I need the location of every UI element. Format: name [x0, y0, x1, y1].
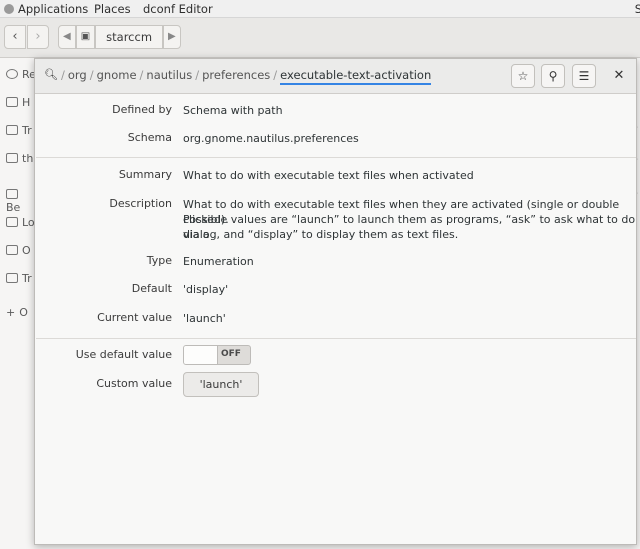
bg-header: ‹ › ◀ ▣ starccm ▶ — [0, 18, 640, 58]
path-segment-label[interactable]: starccm — [95, 25, 164, 49]
defined-by-label: Defined by — [112, 103, 172, 116]
star-icon: ☆ — [517, 69, 529, 83]
apps-icon — [4, 4, 14, 14]
sidebar-item-label: Lo — [22, 216, 35, 229]
current-value-label: Current value — [97, 311, 172, 324]
breadcrumb-separator: / — [61, 68, 65, 82]
sidebar-item[interactable]: Lo — [6, 216, 35, 229]
applications-menu[interactable]: Applications — [4, 2, 88, 16]
use-default-toggle[interactable]: OFF — [183, 345, 251, 365]
folder-icon — [6, 245, 18, 255]
sidebar-item-label: H — [22, 96, 31, 109]
sidebar-item-label: O — [19, 306, 28, 319]
plus-icon: + — [6, 306, 16, 319]
key-icon: 🔍︎ — [44, 68, 58, 81]
search-icon: ⚲ — [548, 69, 558, 83]
breadcrumb-org[interactable]: org — [68, 68, 87, 82]
home-icon — [6, 97, 18, 107]
sidebar-item-label: Tr — [22, 124, 32, 137]
current-value: 'launch' — [183, 312, 226, 325]
custom-value-label: Custom value — [96, 377, 172, 390]
custom-value-button[interactable]: 'launch' — [183, 372, 259, 397]
schema-value: org.gnome.nautilus.preferences — [183, 132, 359, 145]
bookmark-button[interactable]: ☆ — [511, 64, 535, 88]
hamburger-icon: ☰ — [578, 69, 590, 83]
schema-label: Schema — [127, 131, 172, 144]
sidebar-item[interactable]: Tr — [6, 124, 32, 137]
trash-icon — [6, 125, 18, 135]
sidebar-item[interactable]: + O — [6, 306, 28, 319]
folder-icon — [6, 217, 18, 227]
menu-button[interactable]: ☰ — [572, 64, 596, 88]
path-bar: ◀ ▣ starccm ▶ — [58, 25, 181, 49]
sidebar-item[interactable]: th — [6, 152, 33, 165]
applications-label: Applications — [18, 2, 89, 16]
description-line-3: dialog, and “display” to display them as… — [183, 228, 459, 241]
sidebar-item[interactable]: H — [6, 96, 30, 109]
divider — [36, 338, 636, 339]
sidebar-item[interactable]: O — [6, 244, 31, 257]
forward-button[interactable]: › — [27, 25, 49, 49]
breadcrumb-gnome[interactable]: gnome — [97, 68, 137, 82]
description-label: Description — [109, 197, 172, 210]
sidebar-item-label: Tr — [22, 272, 32, 285]
path-root-icon[interactable]: ▣ — [75, 25, 96, 49]
folder-icon — [6, 189, 18, 199]
sidebar-item-label: th — [22, 152, 34, 165]
summary-value: What to do with executable text files wh… — [183, 169, 474, 182]
toggle-state-text: OFF — [221, 349, 241, 359]
divider — [36, 157, 636, 158]
drive-icon — [6, 153, 18, 163]
folder-icon — [6, 273, 18, 283]
breadcrumb-separator: / — [89, 68, 94, 82]
bg-sidebar: Re H Tr th Be Lo O Tr + O — [0, 58, 36, 549]
breadcrumb-separator: / — [195, 68, 200, 82]
sidebar-item-label: O — [22, 244, 31, 257]
places-menu[interactable]: Places — [94, 2, 131, 16]
top-panel-right-text: S — [634, 2, 640, 16]
use-default-label: Use default value — [75, 348, 172, 361]
type-label: Type — [146, 254, 172, 267]
key-properties-dialog: 🔍︎ / org / gnome / nautilus / preferences / execu… — [34, 58, 637, 545]
defined-by-value: Schema with path — [183, 104, 283, 117]
breadcrumb-separator: / — [273, 68, 278, 82]
sidebar-item[interactable]: Tr — [6, 272, 32, 285]
default-label: Default — [131, 282, 172, 295]
dialog-header: 🔍︎ / org / gnome / nautilus / preferences / execu… — [35, 59, 636, 94]
breadcrumb-nautilus[interactable]: nautilus — [146, 68, 192, 82]
back-button[interactable]: ‹ — [4, 25, 26, 49]
path-left-arrow-icon[interactable]: ◀ — [58, 25, 76, 49]
sidebar-item-label: Be — [6, 201, 21, 214]
breadcrumb-current-key[interactable]: executable-text-activation — [280, 68, 432, 85]
default-value: 'display' — [183, 283, 229, 296]
type-value: Enumeration — [183, 255, 254, 268]
breadcrumb-separator: / — [139, 68, 144, 82]
app-menu[interactable]: dconf Editor — [143, 2, 213, 16]
path-right-arrow-icon[interactable]: ▶ — [163, 25, 181, 49]
sidebar-item[interactable]: Be — [6, 188, 36, 214]
close-icon: ✕ — [613, 68, 625, 83]
close-button[interactable]: ✕ — [610, 66, 628, 86]
top-panel: Applications Places dconf Editor S — [0, 0, 640, 18]
search-button[interactable]: ⚲ — [541, 64, 565, 88]
sidebar-item[interactable]: Re — [6, 68, 36, 81]
summary-label: Summary — [118, 168, 172, 181]
breadcrumb: / org / gnome / nautilus / preferences / executab… — [58, 68, 432, 85]
toggle-knob — [184, 346, 218, 364]
breadcrumb-preferences[interactable]: preferences — [202, 68, 270, 82]
recent-icon — [6, 69, 18, 79]
